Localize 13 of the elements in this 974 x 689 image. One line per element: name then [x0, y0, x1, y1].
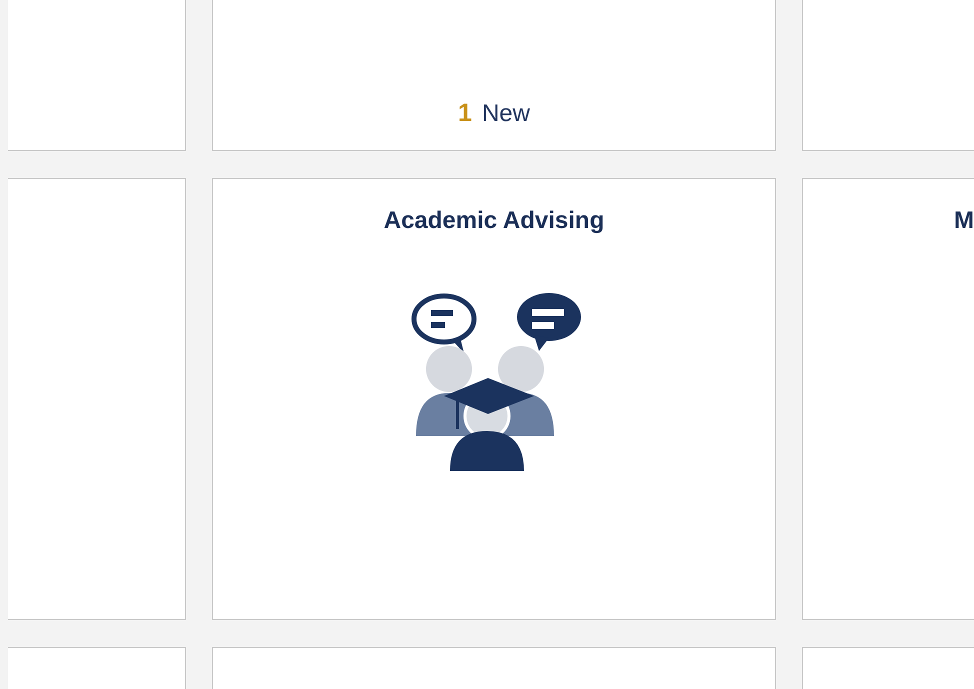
tile[interactable]	[8, 0, 186, 151]
tile[interactable]	[802, 647, 974, 689]
tile-title: Academic Advising	[384, 206, 604, 235]
new-label: New	[482, 100, 530, 128]
tile[interactable]	[212, 647, 776, 689]
tile[interactable]	[802, 0, 974, 151]
tile-title: M	[953, 206, 974, 235]
new-count: 1	[458, 99, 472, 128]
tile[interactable]: 1 New	[212, 0, 776, 151]
tile[interactable]: Academic Advising	[212, 178, 776, 620]
tile[interactable]: M	[802, 178, 974, 620]
tile[interactable]	[8, 178, 186, 620]
tile[interactable]	[8, 647, 186, 689]
